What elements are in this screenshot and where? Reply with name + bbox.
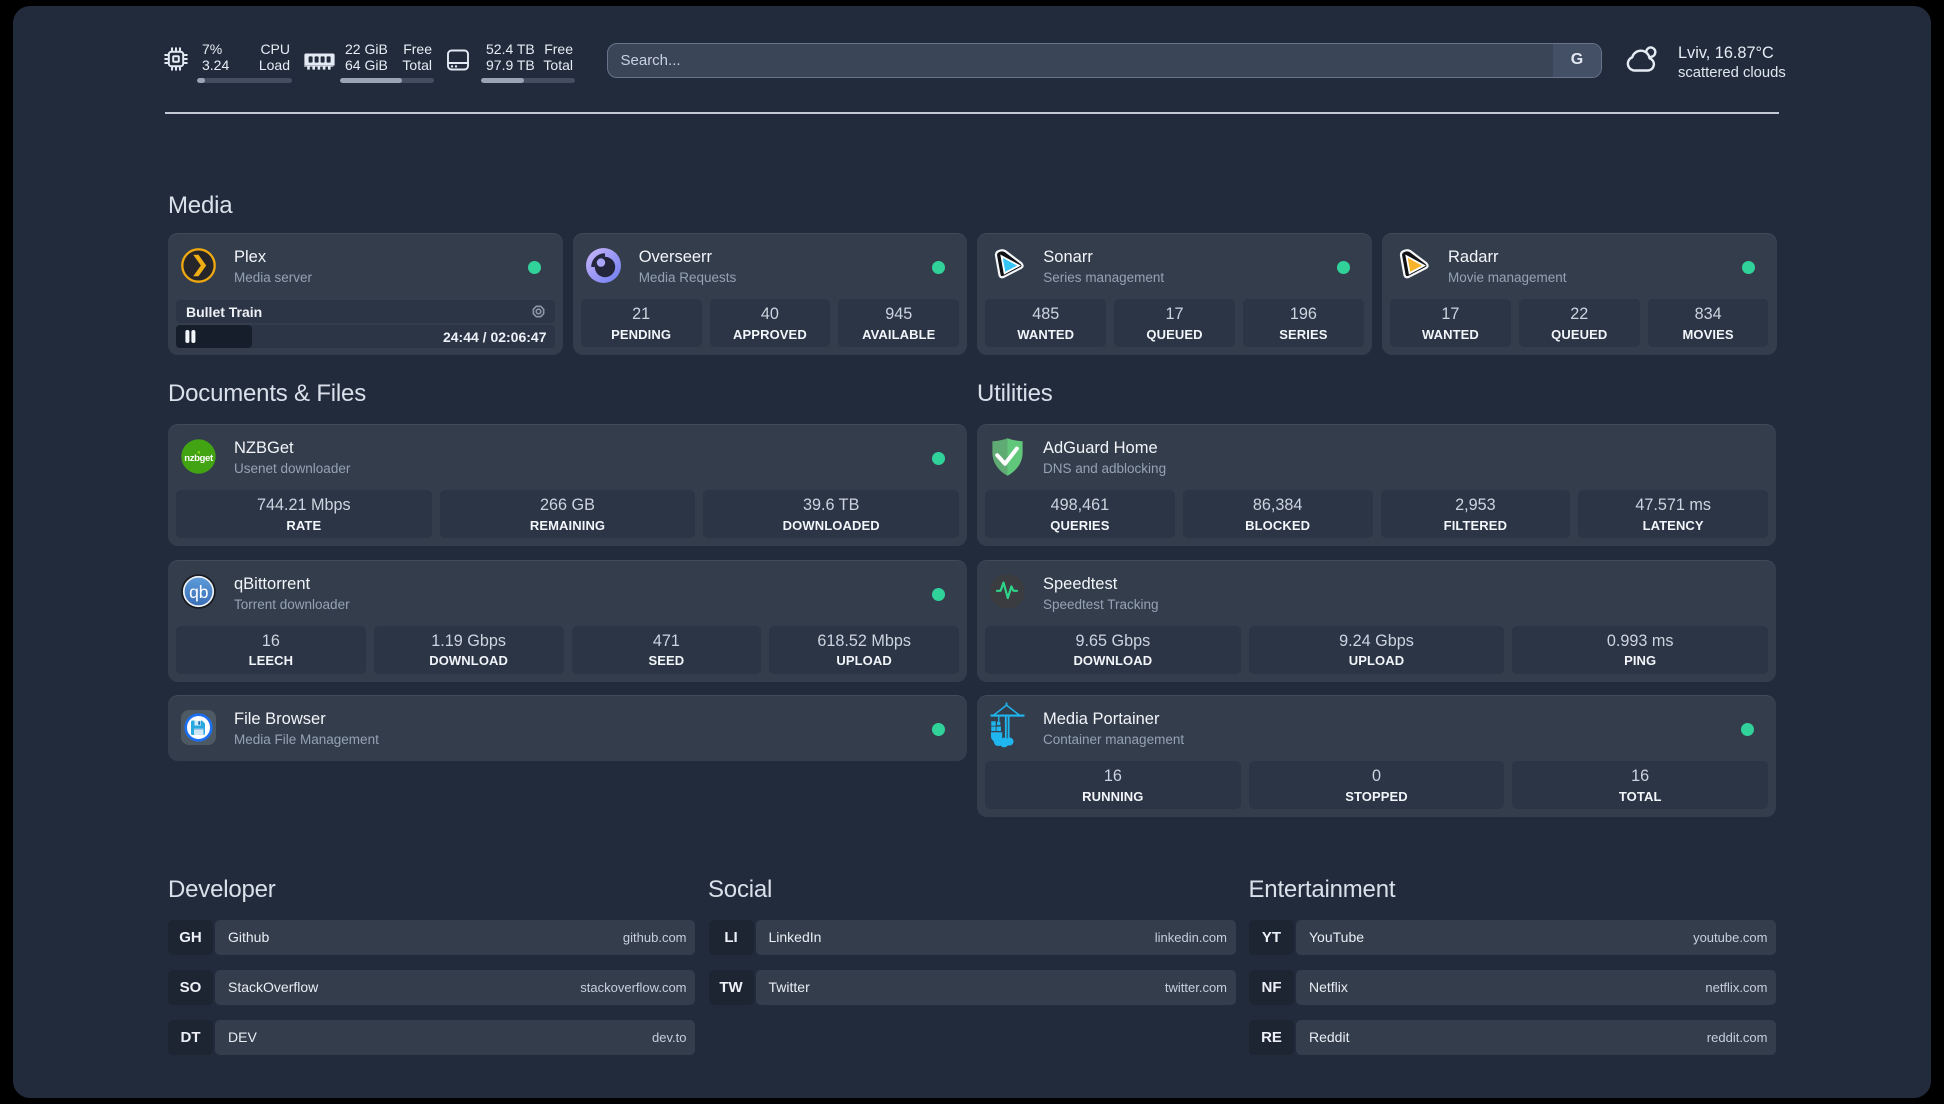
svg-text:nzbget: nzbget: [184, 452, 214, 463]
svg-text:qb: qb: [189, 582, 208, 602]
